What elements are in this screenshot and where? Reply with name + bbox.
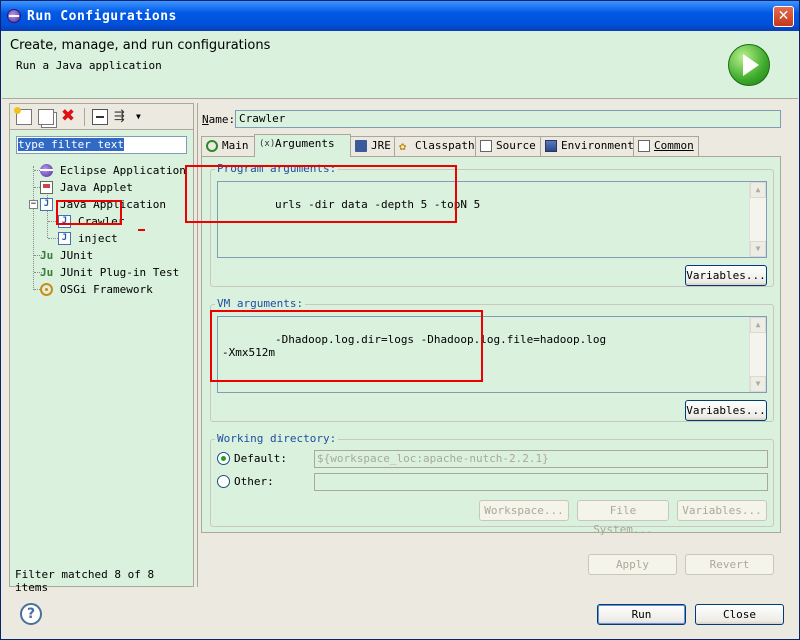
run-configurations-window: Run Configurations ✕ Create, manage, and…	[0, 0, 800, 640]
tab-bar: Main (x) Arguments JRE ✿ Classpath Sourc…	[201, 134, 781, 157]
scroll-up-icon[interactable]: ▲	[750, 317, 766, 333]
java-class-icon: J	[58, 232, 71, 245]
common-icon	[638, 140, 650, 152]
vertical-scrollbar[interactable]: ▲ ▼	[749, 317, 766, 392]
title-bar[interactable]: Run Configurations ✕	[1, 1, 799, 31]
filter-status: Filter matched 8 of 8 items	[15, 568, 155, 594]
tab-arguments[interactable]: (x) Arguments	[254, 134, 351, 157]
working-directory-group: Working directory: Default: ${workspace_…	[210, 432, 774, 536]
help-icon[interactable]: ?	[20, 603, 42, 625]
window-title: Run Configurations	[27, 9, 177, 24]
file-system-button[interactable]: File System...	[577, 500, 669, 536]
chevron-down-icon[interactable]: ▼	[136, 109, 152, 125]
toolbar-separator	[84, 108, 85, 126]
header-subtitle: Run a Java application	[16, 59, 162, 72]
run-icon	[728, 44, 770, 86]
annotation-mark	[138, 229, 145, 231]
other-directory-field[interactable]	[314, 473, 768, 491]
workdir-variables-button[interactable]: Variables...	[677, 500, 767, 521]
tab-source[interactable]: Source	[475, 136, 541, 156]
classpath-icon: ✿	[399, 139, 407, 153]
run-button[interactable]: Run	[597, 604, 686, 625]
java-applet-icon	[40, 181, 53, 194]
apply-button[interactable]: Apply	[588, 554, 677, 575]
junit-icon: Ju	[40, 249, 54, 262]
osgi-icon	[40, 283, 53, 296]
tab-classpath[interactable]: ✿ Classpath	[394, 136, 476, 156]
other-label: Other:	[234, 475, 274, 488]
default-directory-field: ${workspace_loc:apache-nutch-2.2.1}	[314, 450, 768, 468]
annotation-box-vm-args	[210, 310, 483, 382]
header-title: Create, manage, and run configurations	[10, 38, 271, 53]
source-icon	[480, 140, 492, 152]
default-radio[interactable]	[217, 452, 230, 465]
jre-icon	[355, 140, 367, 152]
eclipse-icon	[7, 9, 21, 23]
tab-main[interactable]: Main	[201, 136, 255, 156]
workspace-button[interactable]: Workspace...	[479, 500, 569, 521]
environment-icon	[545, 140, 557, 152]
close-icon[interactable]: ✕	[773, 6, 794, 27]
collapse-toggle-icon[interactable]: −	[29, 200, 38, 209]
name-field[interactable]: Crawler	[235, 110, 781, 128]
main-tab-icon	[206, 140, 218, 152]
scroll-up-icon[interactable]: ▲	[750, 182, 766, 198]
java-app-icon: J	[40, 198, 53, 211]
program-variables-button[interactable]: Variables...	[685, 265, 767, 286]
new-config-icon[interactable]	[14, 107, 32, 125]
delete-icon[interactable]: ✖	[60, 108, 76, 125]
vm-arguments-title: VM arguments:	[215, 297, 306, 310]
vertical-scrollbar[interactable]: ▲ ▼	[749, 182, 766, 257]
eclipse-icon	[40, 164, 53, 177]
name-label: Name:	[202, 113, 236, 126]
collapse-all-icon[interactable]	[92, 109, 108, 125]
filter-input[interactable]: type filter text	[16, 136, 187, 154]
tree-guide	[48, 238, 58, 239]
filter-text: type filter text	[18, 138, 124, 151]
junit-plugin-icon: Ju	[40, 266, 54, 279]
revert-button[interactable]: Revert	[685, 554, 774, 575]
scroll-down-icon[interactable]: ▼	[750, 376, 766, 392]
default-label: Default:	[234, 452, 287, 465]
tab-environment[interactable]: Environment	[540, 136, 634, 156]
working-directory-title: Working directory:	[215, 432, 339, 445]
config-toolbar: ✖ ⇶ ▼	[10, 104, 193, 130]
tab-jre[interactable]: JRE	[350, 136, 395, 156]
configuration-list-panel: ✖ ⇶ ▼ type filter text Eclipse Applicati…	[9, 103, 194, 594]
annotation-box-crawler	[56, 200, 122, 225]
scroll-down-icon[interactable]: ▼	[750, 241, 766, 257]
other-radio[interactable]	[217, 475, 230, 488]
duplicate-icon[interactable]	[38, 109, 54, 125]
dialog-header: Create, manage, and run configurations R…	[2, 31, 798, 99]
annotation-box-program-args	[185, 165, 457, 223]
vm-variables-button[interactable]: Variables...	[685, 400, 767, 421]
filter-icon[interactable]: ⇶	[114, 109, 130, 125]
close-button[interactable]: Close	[695, 604, 784, 625]
tab-common[interactable]: Common	[633, 136, 699, 156]
arguments-icon: (x)	[259, 139, 276, 149]
